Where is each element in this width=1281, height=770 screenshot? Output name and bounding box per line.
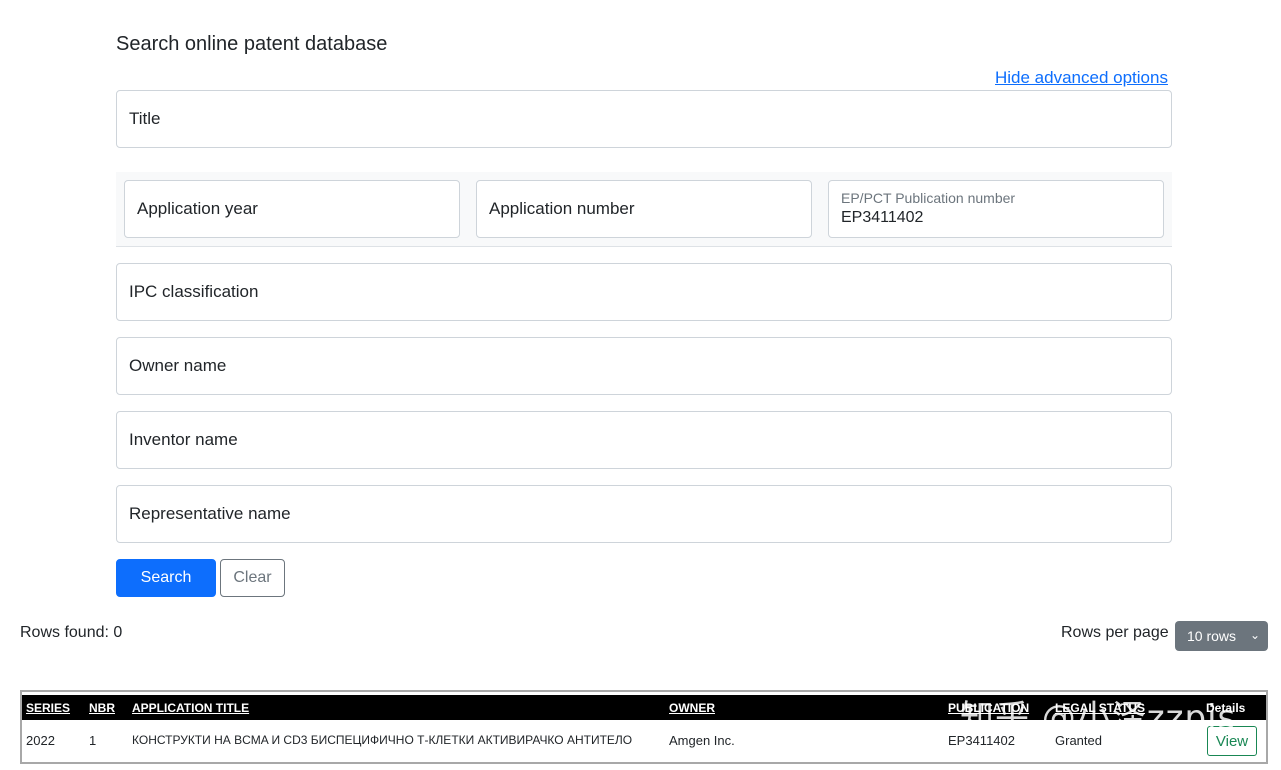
cell-status: Granted — [1055, 733, 1102, 748]
publication-number-label: EP/PCT Publication number — [841, 190, 1016, 206]
cell-title: КОНСТРУКТИ НА BCMA И CD3 БИСПЕЦИФИЧНО Т-… — [132, 733, 633, 747]
page-title: Search online patent database — [116, 33, 388, 55]
title-field-label: Title — [129, 109, 161, 128]
application-number-label: Application number — [489, 199, 635, 218]
owner-name-field[interactable]: Owner name — [116, 337, 1172, 395]
cell-owner: Amgen Inc. — [669, 733, 735, 748]
inventor-name-label: Inventor name — [129, 430, 238, 449]
application-number-field[interactable]: Application number — [476, 180, 812, 238]
results-table: SERIES NBR APPLICATION TITLE OWNER PUBLI… — [20, 690, 1268, 764]
column-header-series[interactable]: SERIES — [26, 701, 70, 715]
publication-number-value: EP3411402 — [841, 209, 924, 226]
column-header-nbr[interactable]: NBR — [89, 701, 115, 715]
chevron-down-icon: ⌄ — [1249, 628, 1260, 642]
column-header-owner[interactable]: OWNER — [669, 701, 715, 715]
view-button[interactable]: View — [1207, 726, 1257, 756]
rows-per-page-value: 10 rows — [1187, 628, 1237, 644]
publication-number-field[interactable]: EP/PCT Publication number EP3411402 — [828, 180, 1164, 238]
title-field[interactable]: Title — [116, 90, 1172, 148]
rows-found-count: Rows found: 0 — [20, 624, 123, 641]
representative-name-field[interactable]: Representative name — [116, 485, 1172, 543]
ipc-classification-label: IPC classification — [129, 282, 259, 301]
ipc-classification-field[interactable]: IPC classification — [116, 263, 1172, 321]
search-button[interactable]: Search — [116, 559, 216, 597]
column-header-details: Details — [1206, 701, 1246, 715]
advanced-number-row: Application year Application number EP/P… — [116, 172, 1172, 247]
owner-name-label: Owner name — [129, 356, 227, 375]
cell-nbr: 1 — [89, 733, 97, 748]
cell-series: 2022 — [26, 733, 55, 748]
rows-per-page-label: Rows per page — [1061, 624, 1169, 641]
column-header-legal-status[interactable]: LEGAL STATUS — [1055, 701, 1145, 715]
representative-name-label: Representative name — [129, 504, 291, 523]
column-header-title[interactable]: APPLICATION TITLE — [132, 701, 249, 715]
clear-button[interactable]: Clear — [220, 559, 285, 597]
column-header-publication[interactable]: PUBLICATION — [948, 701, 1029, 715]
cell-publication: EP3411402 — [948, 733, 1015, 748]
application-year-field[interactable]: Application year — [124, 180, 460, 238]
hide-advanced-options-link[interactable]: Hide advanced options — [995, 68, 1168, 88]
application-year-label: Application year — [137, 199, 258, 218]
rows-per-page-select[interactable]: 10 rows ⌄ — [1175, 621, 1268, 651]
table-header: SERIES NBR APPLICATION TITLE OWNER PUBLI… — [22, 695, 1266, 720]
inventor-name-field[interactable]: Inventor name — [116, 411, 1172, 469]
